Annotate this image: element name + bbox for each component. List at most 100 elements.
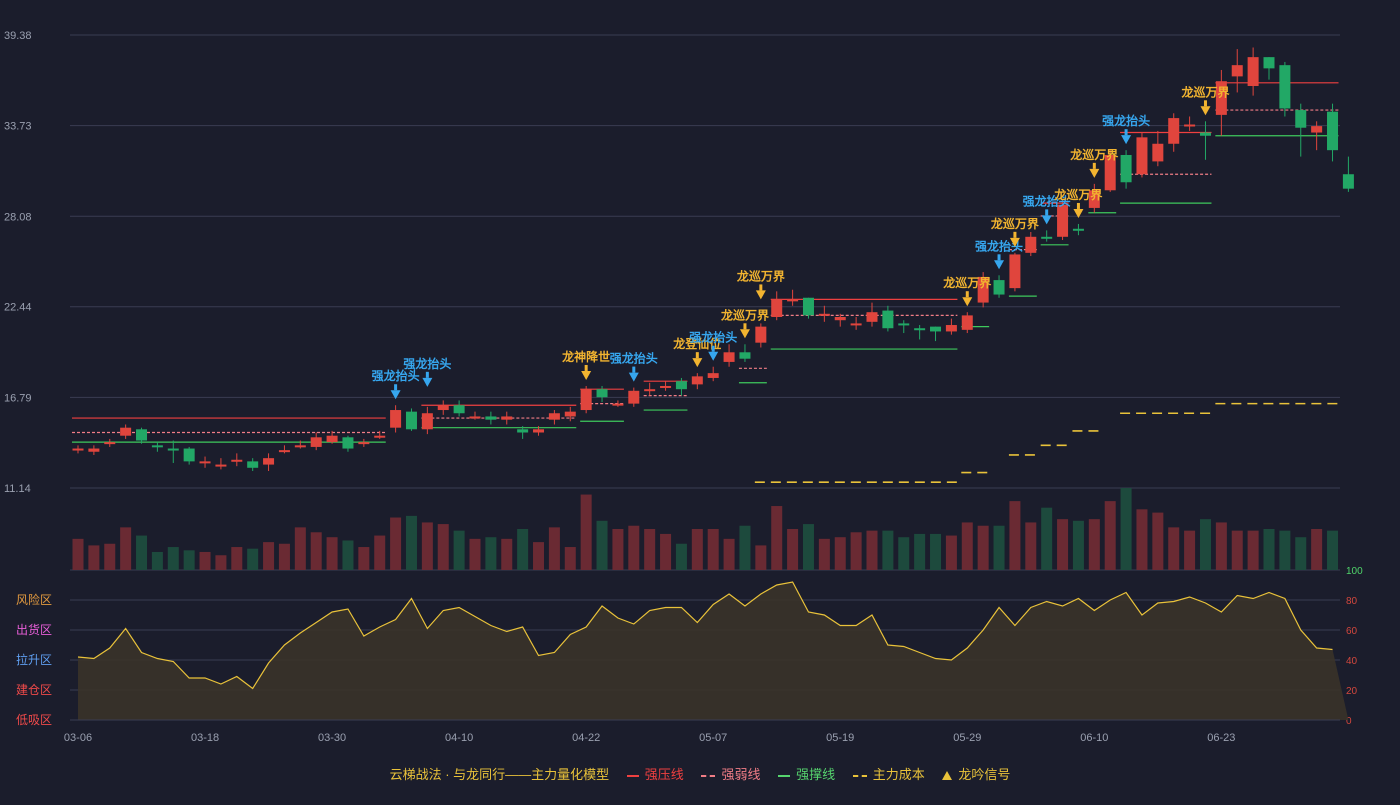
candle-body [596,389,608,398]
volume-bar [1327,530,1339,570]
signal-arrow-icon [1121,135,1132,145]
volume-bar [1168,527,1180,570]
signal-label: 龙巡万界 [1181,84,1229,99]
volume-bar [644,529,656,570]
volume-bar [1152,512,1164,570]
candle-body [739,352,751,359]
volume-bar [660,533,672,570]
volume-bar [1215,522,1227,570]
signal-arrow-icon [708,351,719,361]
signal-arrow-stem [1092,162,1096,169]
signal-arrow-stem [997,254,1001,261]
candle-body [501,416,513,420]
volume-bar [882,530,894,570]
legend-main-cost[interactable]: 主力成本 [852,767,929,782]
risk-zone-label: 风险区 [16,592,52,607]
signal-arrow-stem [584,364,588,371]
signal-arrow-icon [692,358,703,368]
volume-bar [628,525,640,570]
volume-bar [739,525,751,570]
candle-body [850,323,862,326]
signal-label: 龙巡万界 [1070,147,1118,162]
candle-body [437,405,449,411]
volume-bar [787,529,799,570]
signal-arrow-stem [965,291,969,298]
volume-bar [136,535,148,570]
legend-strong-weak[interactable]: 强弱线 [701,767,764,782]
y-tick-label: 28.08 [4,211,32,223]
volume-bar [1025,522,1037,570]
candle-body [1311,126,1323,133]
chart-legend: 云梯战法 · 与龙同行——主力量化模型 强压线 强弱线 强撑线 主力成本 龙吟信… [0,764,1400,783]
volume-bar [278,543,290,570]
signal-arrow-stem [425,371,429,378]
y-tick-label: 22.44 [4,302,32,314]
volume-bar [1104,501,1116,570]
volume-bar [834,537,846,570]
volume-bar [231,547,243,570]
legend-main-cost-swatch [852,774,867,777]
candle-body [914,328,926,331]
candle-body [660,385,672,388]
candle-body [675,381,687,390]
x-tick-label: 03-30 [318,732,346,744]
candle-body [72,448,84,451]
legend-strong-press-swatch [626,774,639,777]
x-tick-label: 06-23 [1207,732,1235,744]
volume-bar [818,538,830,570]
volume-bar [1136,509,1148,570]
x-tick-label: 03-18 [191,732,219,744]
candle-body [628,390,640,404]
signal-arrow-stem [1013,231,1017,238]
volume-bar [517,529,529,570]
candle-body [1168,118,1180,144]
volume-bar [421,522,433,570]
candle-body [342,437,354,449]
legend-strong-press[interactable]: 强压线 [626,767,688,782]
legend-signal[interactable]: 龙吟信号 [942,767,1010,782]
candle-body [993,280,1005,295]
candle-body [834,317,846,321]
signal-arrow-icon [962,297,973,307]
legend-support[interactable]: 强撑线 [778,767,839,782]
volume-bar [612,529,624,570]
volume-bar [533,542,545,570]
legend-support-label: 强撑线 [796,767,836,782]
candle-body [358,442,370,445]
volume-bar [914,533,926,570]
candle-body [310,437,322,447]
x-tick-label: 04-10 [445,732,473,744]
legend-main-cost-label: 主力成本 [872,767,925,782]
volume-bar [723,538,735,570]
volume-bar [215,555,227,570]
candle-body [882,310,894,329]
volume-bar [485,537,497,570]
volume-bar [151,551,163,570]
candle-body [1231,65,1243,77]
volume-bar [548,527,560,570]
signal-arrow-icon [1200,106,1211,116]
signal-arrow-icon [994,260,1005,270]
candle-body [1295,110,1307,128]
candle-body [564,411,576,417]
volume-bar [1311,529,1323,570]
signal-arrow-stem [1076,202,1080,209]
risk-axis-label: 40 [1346,656,1358,667]
signal-label: 龙巡万界 [1054,187,1102,202]
candle-body [167,448,179,451]
candle-body [1152,143,1164,162]
candle-body [517,429,529,433]
candle-body [644,389,656,392]
volume-bar [1247,530,1259,570]
volume-bar [755,545,767,570]
signal-arrow-icon [422,377,433,387]
y-tick-label: 11.14 [4,483,31,495]
volume-bar [691,529,703,570]
candle-body [1009,254,1021,289]
signal-arrow-stem [1045,209,1049,216]
candle-body [183,448,195,462]
risk-zone-label: 低吸区 [16,713,52,727]
risk-axis-label: 20 [1346,686,1358,697]
candle-body [390,410,402,428]
candle-body [723,352,735,362]
